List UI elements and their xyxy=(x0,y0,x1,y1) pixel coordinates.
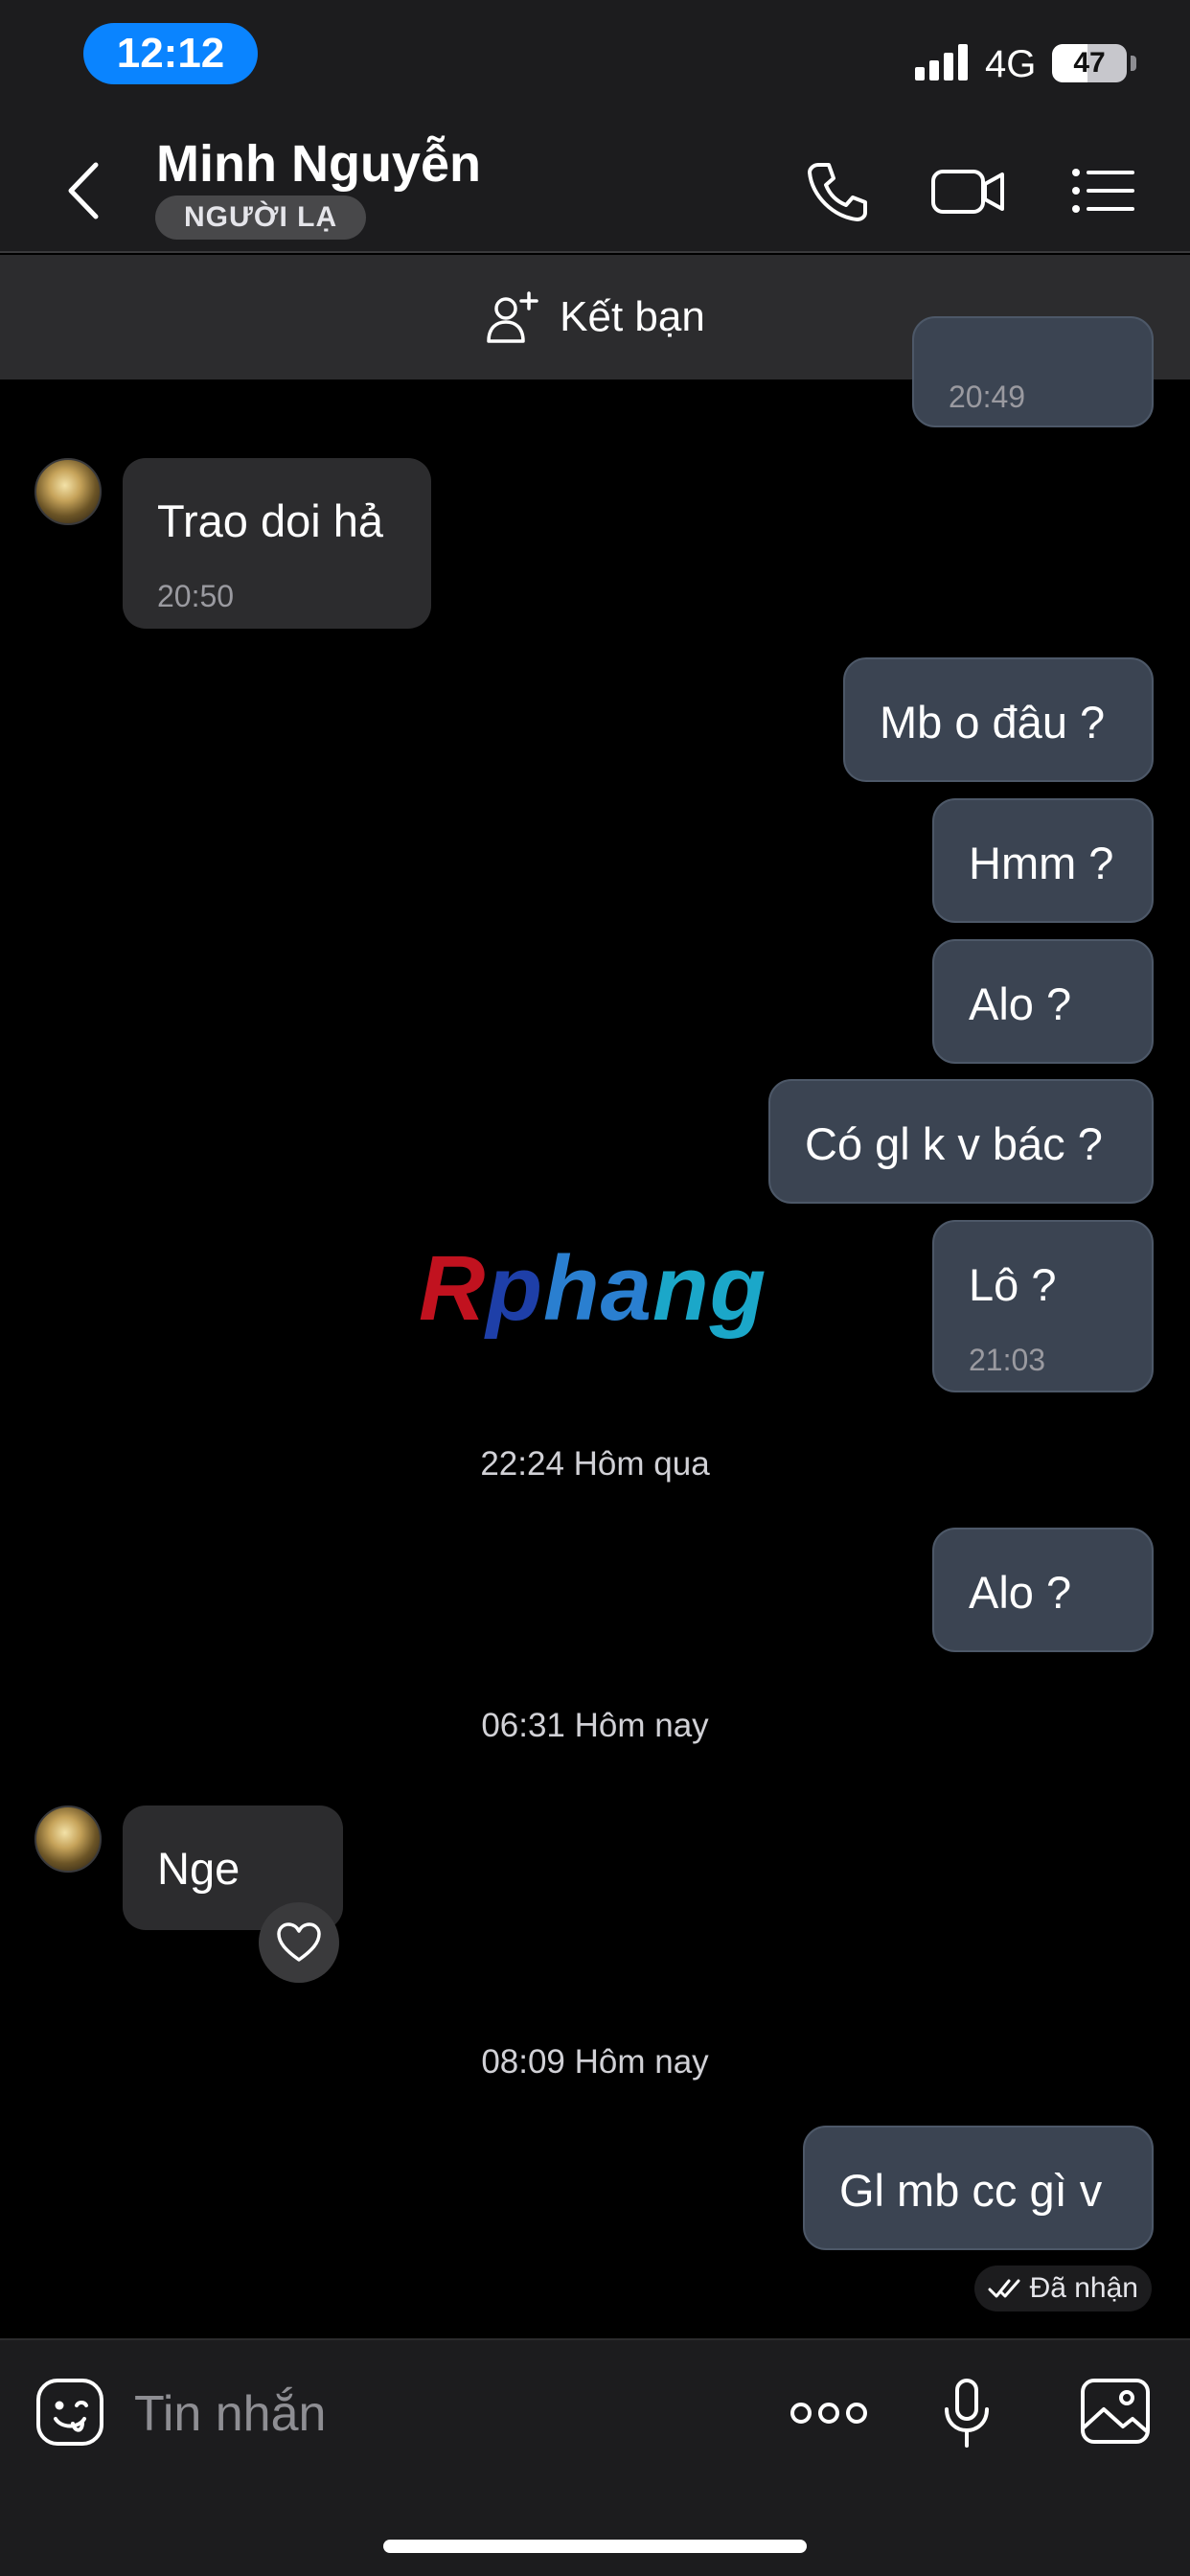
status-bar: 12:12 4G 47 xyxy=(0,0,1190,126)
video-call-button[interactable] xyxy=(929,155,1006,226)
battery-icon: 47 xyxy=(1052,44,1127,82)
chat-options-button[interactable] xyxy=(1065,155,1142,226)
add-friend-label: Kết bạn xyxy=(560,293,705,340)
message-time: 21:03 xyxy=(969,1343,1046,1377)
voice-call-button[interactable] xyxy=(797,155,874,226)
home-indicator[interactable] xyxy=(383,2540,807,2553)
sticker-button[interactable] xyxy=(34,2377,105,2448)
message-bubble-outgoing[interactable]: Lô ? 21:03 xyxy=(932,1220,1154,1392)
watermark-logo: Rphang xyxy=(419,1237,767,1340)
receipt-label: Đã nhận xyxy=(1029,2272,1138,2304)
message-time: 20:49 xyxy=(949,380,1026,414)
time-separator: 06:31 Hôm nay xyxy=(481,1707,709,1744)
message-bubble-outgoing[interactable]: Hmm ? xyxy=(932,798,1154,923)
microphone-icon xyxy=(945,2379,989,2448)
message-text: Alo ? xyxy=(969,978,1072,1029)
delivery-receipt: Đã nhận xyxy=(973,2266,1152,2312)
message-bubble-outgoing[interactable]: Gl mb cc gì v xyxy=(803,2126,1154,2250)
heart-icon xyxy=(277,1922,321,1962)
contact-avatar[interactable] xyxy=(34,1806,102,1873)
message-text: Hmm ? xyxy=(969,838,1114,888)
react-heart-button[interactable] xyxy=(259,1902,339,1983)
message-time: 20:50 xyxy=(157,579,235,613)
double-check-icon xyxy=(988,2279,1020,2298)
back-chevron-icon xyxy=(68,162,99,219)
image-gallery-icon xyxy=(1081,2379,1150,2444)
voice-record-button[interactable] xyxy=(926,2377,1008,2450)
message-text: Mb o đâu ? xyxy=(880,697,1106,748)
sticker-emoji-icon xyxy=(36,2379,103,2446)
message-text: Trao doi hả xyxy=(157,495,384,546)
network-type: 4G xyxy=(985,43,1037,85)
more-options-button[interactable] xyxy=(788,2377,870,2450)
contact-avatar[interactable] xyxy=(34,458,102,525)
time-separator: 08:09 Hôm nay xyxy=(481,2043,709,2081)
message-text: Gl mb cc gì v xyxy=(839,2165,1103,2216)
chat-header: Minh Nguyễn NGƯỜI LẠ xyxy=(0,126,1190,253)
video-camera-icon xyxy=(931,170,1004,214)
message-bubble-outgoing[interactable]: Mb o đâu ? xyxy=(843,657,1154,782)
message-text: Alo ? xyxy=(969,1567,1072,1618)
more-options-icon xyxy=(790,2403,867,2424)
battery-level: 47 xyxy=(1073,47,1106,79)
message-bubble-incoming[interactable]: Trao doi hả 20:50 xyxy=(123,458,431,629)
back-button[interactable] xyxy=(54,155,111,226)
message-bubble-outgoing[interactable]: Alo ? xyxy=(932,939,1154,1064)
cellular-signal-icon xyxy=(915,42,969,80)
battery-tip xyxy=(1131,56,1136,71)
status-time: 12:12 xyxy=(83,23,258,84)
message-text: Có gl k v bác ? xyxy=(805,1118,1103,1169)
send-image-button[interactable] xyxy=(1077,2377,1159,2450)
add-person-icon xyxy=(487,291,538,343)
message-input[interactable] xyxy=(134,2380,747,2448)
contact-name[interactable]: Minh Nguyễn xyxy=(156,134,481,194)
phone-icon xyxy=(808,163,867,221)
message-bubble-outgoing[interactable]: 20:49 xyxy=(912,316,1154,427)
message-bubble-outgoing[interactable]: Có gl k v bác ? xyxy=(768,1079,1154,1204)
message-bubble-outgoing[interactable]: Alo ? xyxy=(932,1528,1154,1652)
stranger-badge: NGƯỜI LẠ xyxy=(155,196,367,240)
message-text: Nge xyxy=(157,1843,240,1894)
time-separator: 22:24 Hôm qua xyxy=(480,1445,710,1483)
list-menu-icon xyxy=(1072,169,1134,213)
message-text: Lô ? xyxy=(969,1259,1057,1310)
